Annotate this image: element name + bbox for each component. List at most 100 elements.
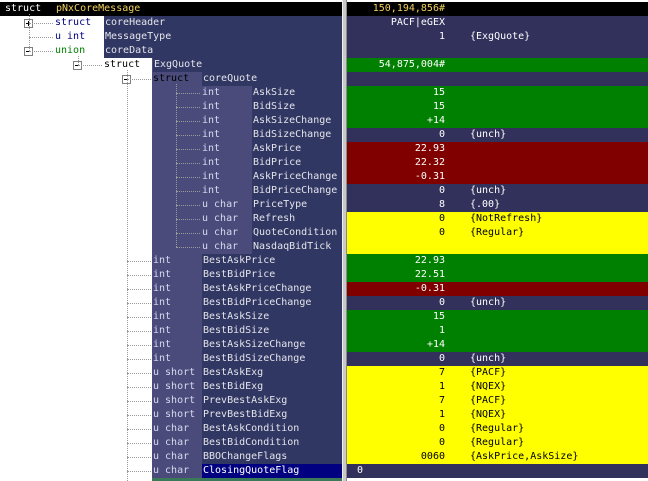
field-value: 15 (432, 87, 445, 98)
value-cell-background (347, 156, 648, 170)
field-name: AskSize (252, 86, 343, 100)
tree-row[interactable]: int BidSize 15 (0, 100, 648, 114)
tree-row[interactable]: int BidPrice 22.32 (0, 156, 648, 170)
tree-connector-line (176, 135, 200, 136)
tree-connector-line (176, 121, 200, 122)
field-value: 15 (432, 101, 445, 112)
tree-row[interactable]: int AskSizeChange +14 (0, 114, 648, 128)
tree-row[interactable]: u char Refresh 0 {NotRefresh} (0, 212, 648, 226)
field-value: 0060 (420, 451, 445, 462)
tree-row[interactable]: int AskPriceChange -0.31 (0, 170, 648, 184)
row-indent-background (0, 100, 152, 114)
tree-connector-line (176, 93, 200, 94)
field-value: 0 (438, 213, 445, 224)
value-cell-background (347, 72, 648, 86)
tree-row[interactable]: u short BestAskExg 7 {PACF} (0, 366, 648, 380)
tree-connector-line (176, 149, 200, 150)
tree-row[interactable]: int BestAskPriceChange -0.31 (0, 282, 648, 296)
field-value: 54,875,004# (378, 59, 445, 70)
field-annotation: {Regular} (470, 437, 525, 448)
value-cell-background (347, 44, 648, 58)
field-value: +14 (426, 115, 445, 126)
tree-row[interactable]: int BestBidPriceChange 0 {unch} (0, 296, 648, 310)
field-name: AskSizeChange (252, 114, 343, 128)
tree-row[interactable]: struct coreQuote (0, 72, 648, 86)
tree-row[interactable]: struct pNxCoreMessage 150,194,856# (0, 2, 648, 16)
tree-row[interactable]: u char NasdaqBidTick (0, 240, 648, 254)
value-cell-background (347, 240, 648, 254)
field-type: int (153, 297, 172, 308)
field-value: -0.31 (414, 171, 445, 182)
field-value: 0 (438, 423, 445, 434)
tree-connector-line (127, 331, 151, 332)
tree-row[interactable]: union coreData (0, 44, 648, 58)
tree-row[interactable]: int BidPriceChange 0 {unch} (0, 184, 648, 198)
tree-connector-line (127, 387, 151, 388)
tree-row[interactable]: u char QuoteCondition 0 {Regular} (0, 226, 648, 240)
tree-connector-line (29, 14, 30, 51)
tree-row[interactable]: int BidSizeChange 0 {unch} (0, 128, 648, 142)
tree-row[interactable]: int BestAskSizeChange +14 (0, 338, 648, 352)
tree-row[interactable]: u char PriceType 8 {.00} (0, 198, 648, 212)
field-type: u int (55, 31, 86, 42)
tree-connector-line (176, 247, 200, 248)
tree-row[interactable]: u char BBOChangeFlags 0060 {AskPrice,AskSiz… (0, 450, 648, 464)
row-indent-background (0, 240, 152, 254)
field-type: struct (55, 17, 92, 28)
tree-row[interactable]: struct coreHeader PACF|eGEX (0, 16, 648, 30)
tree-connector-line (29, 23, 53, 24)
field-name: BestBidCondition (202, 436, 343, 450)
column-splitter[interactable] (342, 0, 347, 481)
field-value: 0 (438, 227, 445, 238)
tree-row[interactable]: int AskPrice 22.93 (0, 142, 648, 156)
tree-connector-line (176, 163, 200, 164)
value-cell-background (347, 170, 648, 184)
field-value: 0 (438, 185, 445, 196)
tree-row[interactable]: u short BestBidExg 1 {NQEX} (0, 380, 648, 394)
field-name: BestAskCondition (202, 422, 343, 436)
field-annotation: {unch} (470, 185, 507, 196)
field-name: QuoteCondition (252, 226, 343, 240)
field-type: union (55, 45, 86, 56)
tree-row[interactable]: u char BestBidCondition 0 {Regular} (0, 436, 648, 450)
value-cell-background (347, 142, 648, 156)
tree-row[interactable]: int BestAskPrice 22.93 (0, 254, 648, 268)
field-type: u short (153, 409, 196, 420)
field-name: BestAskSize (202, 310, 343, 324)
field-value: PACF|eGEX (390, 17, 445, 28)
row-indent-background (0, 86, 152, 100)
tree-row[interactable]: int BestBidSizeChange 0 {unch} (0, 352, 648, 366)
tree-connector-line (127, 275, 151, 276)
value-cell-background (347, 86, 648, 100)
tree-row[interactable]: int BestBidSize 1 (0, 324, 648, 338)
tree-row[interactable]: int AskSize 15 (0, 86, 648, 100)
tree-row[interactable]: u short PrevBestBidExg 1 {NQEX} (0, 408, 648, 422)
field-type: struct (104, 59, 141, 70)
field-annotation: {Regular} (470, 423, 525, 434)
field-value: 1 (438, 31, 445, 42)
field-name: BestBidSizeChange (202, 352, 343, 366)
field-annotation: {ExgQuote} (470, 31, 531, 42)
field-type: u char (153, 465, 190, 476)
field-type: int (202, 171, 221, 182)
tree-row[interactable]: int BestBidPrice 22.51 (0, 268, 648, 282)
field-annotation: {unch} (470, 353, 507, 364)
field-value: 0 (438, 437, 445, 448)
field-name: NasdaqBidTick (252, 240, 343, 254)
field-annotation: {NotRefresh} (470, 213, 543, 224)
tree-row[interactable]: u char BestAskCondition 0 {Regular} (0, 422, 648, 436)
tree-row[interactable]: int BestAskSize 15 (0, 310, 648, 324)
tree-row[interactable]: u int MessageType 1 {ExgQuote} (0, 30, 648, 44)
tree-row[interactable]: u char ClosingQuoteFlag 0 (0, 464, 648, 478)
field-value: 0 (438, 297, 445, 308)
tree-connector-line (127, 261, 151, 262)
value-cell-background (347, 310, 648, 324)
field-value: 0 (357, 465, 364, 476)
tree-connector-line (176, 177, 200, 178)
field-name: BestBidSize (202, 324, 343, 338)
field-type: u char (153, 451, 190, 462)
tree-row[interactable]: u short PrevBestAskExg 7 {PACF} (0, 394, 648, 408)
field-type: int (202, 143, 221, 154)
tree-connector-line (127, 317, 151, 318)
field-type: u short (153, 367, 196, 378)
